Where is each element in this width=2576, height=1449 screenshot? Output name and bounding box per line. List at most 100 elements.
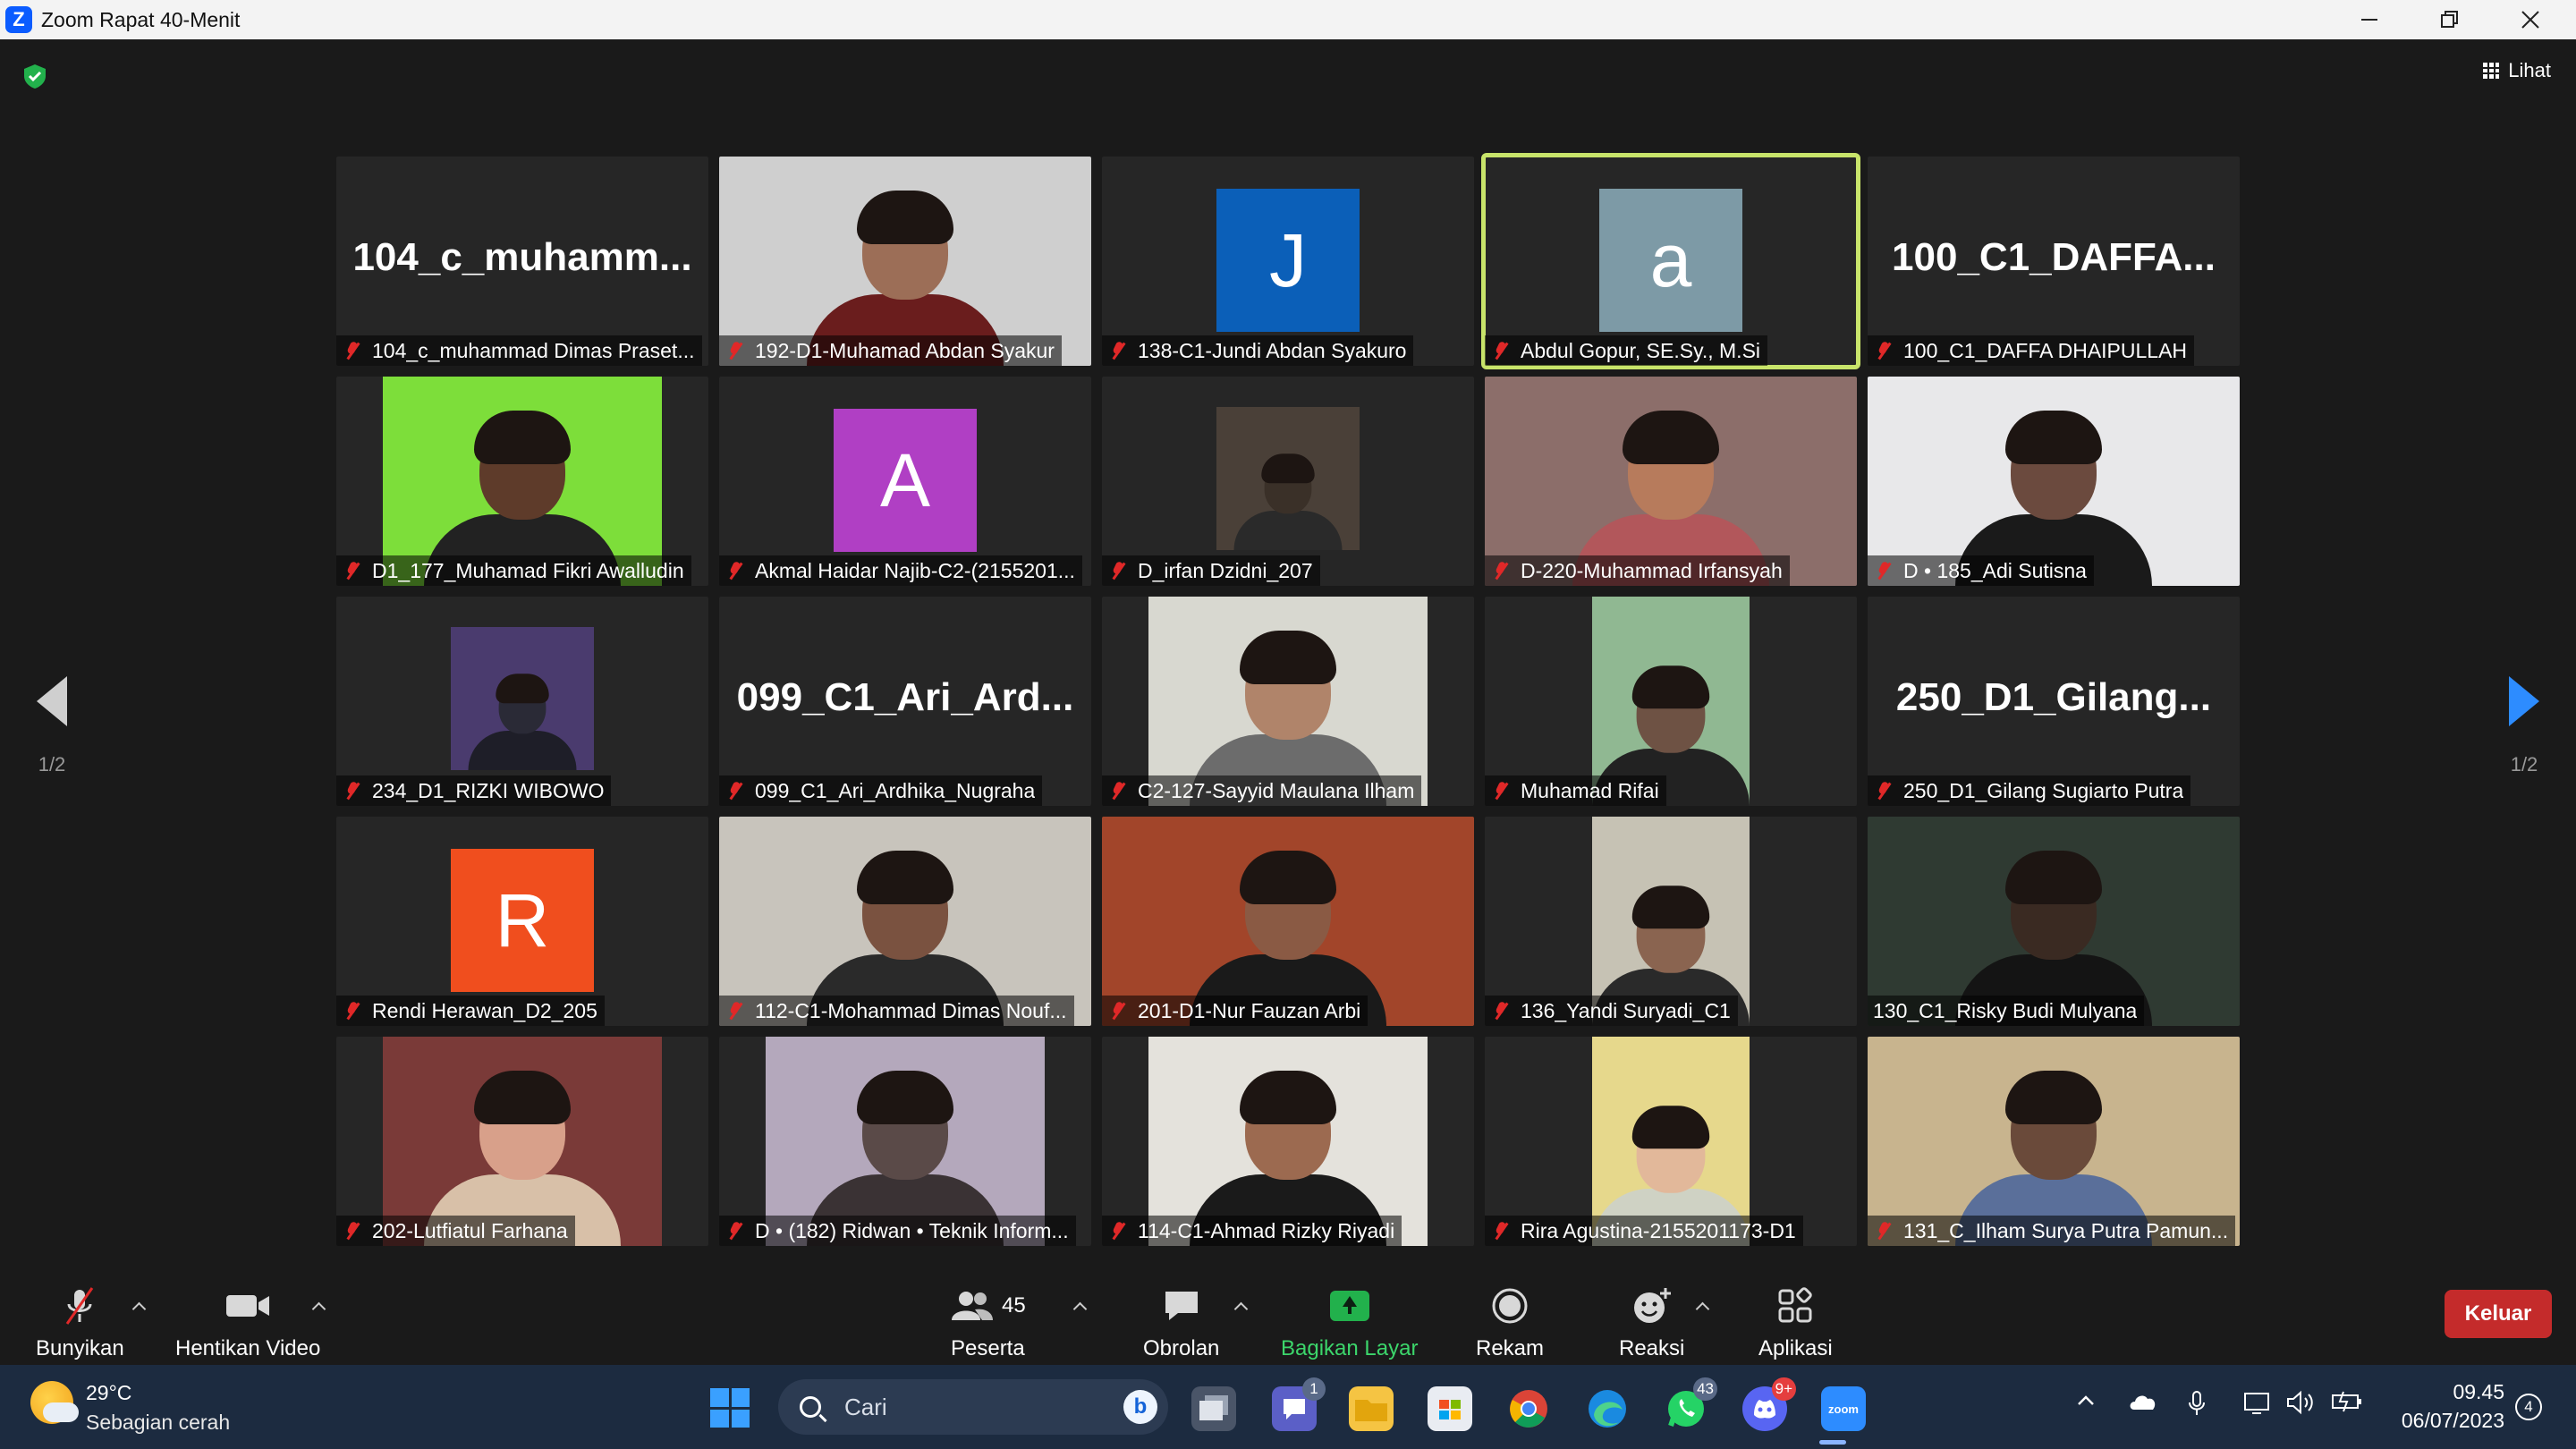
onedrive-cloud-icon[interactable] [2127, 1390, 2159, 1418]
whatsapp-badge: 43 [1693, 1377, 1717, 1401]
reactions-label: Reaksi [1619, 1336, 1685, 1360]
participant-tile[interactable]: 192-D1-Muhamad Abdan Syakur [719, 157, 1091, 366]
participant-name: 234_D1_RIZKI WIBOWO [372, 778, 605, 802]
participant-video [383, 377, 662, 586]
bing-icon[interactable]: b [1123, 1390, 1157, 1424]
microphone-icon[interactable] [2188, 1390, 2206, 1423]
view-button[interactable]: Lihat [2483, 59, 2551, 82]
microsoft-store-icon[interactable] [1428, 1386, 1472, 1431]
next-page-button[interactable]: 1/2 [2497, 676, 2551, 784]
mic-muted-icon [724, 1000, 746, 1021]
participant-name-label: 114-C1-Ahmad Rizky Riyadi [1102, 1216, 1402, 1246]
stop-video-button[interactable]: Hentikan Video [175, 1284, 320, 1361]
video-camera-icon [225, 1284, 271, 1327]
chat-button[interactable]: Obrolan [1143, 1284, 1219, 1361]
notification-count[interactable]: 4 [2515, 1394, 2542, 1420]
participant-tile[interactable]: D_irfan Dzidni_207 [1102, 377, 1474, 586]
participant-tile[interactable]: Muhamad Rifai [1485, 597, 1857, 806]
participants-count: 45 [1002, 1293, 1026, 1318]
close-button[interactable] [2490, 0, 2571, 39]
reactions-options-caret[interactable] [1694, 1299, 1710, 1315]
teams-chat-icon[interactable]: 1 [1272, 1377, 1326, 1431]
share-screen-button[interactable]: Bagikan Layar [1281, 1284, 1418, 1361]
participant-tile[interactable]: 114-C1-Ahmad Rizky Riyadi [1102, 1037, 1474, 1246]
shield-check-icon[interactable] [21, 63, 48, 89]
participant-name: D • (182) Ridwan • Teknik Inform... [755, 1218, 1069, 1242]
participant-name: C2-127-Sayyid Maulana Ilham [1138, 778, 1415, 802]
participant-tile[interactable]: Rira Agustina-2155201173-D1 [1485, 1037, 1857, 1246]
leave-button[interactable]: Keluar [2445, 1290, 2552, 1338]
record-icon [1490, 1284, 1530, 1327]
participant-tile[interactable]: D • 185_Adi Sutisna [1868, 377, 2240, 586]
record-button[interactable]: Rekam [1476, 1284, 1544, 1361]
battery-icon[interactable] [2331, 1390, 2365, 1419]
meeting-toolbar: Bunyikan Hentikan Video 45 Peserta Obrol… [0, 1272, 2576, 1365]
unmute-label: Bunyikan [36, 1336, 124, 1360]
participant-tile[interactable]: a Abdul Gopur, SE.Sy., M.Si [1481, 153, 1860, 369]
participant-tile[interactable]: A Akmal Haidar Najib-C2-(2155201... [719, 377, 1091, 586]
participants-button[interactable]: 45 Peserta [950, 1284, 1026, 1361]
participant-tile[interactable]: R Rendi Herawan_D2_205 [336, 817, 708, 1026]
audio-options-caret[interactable] [131, 1299, 147, 1315]
edge-icon[interactable] [1585, 1386, 1630, 1431]
participant-tile[interactable]: 201-D1-Nur Fauzan Arbi [1102, 817, 1474, 1026]
file-explorer-icon[interactable] [1349, 1386, 1394, 1431]
participant-tile[interactable]: D1_177_Muhamad Fikri Awalludin [336, 377, 708, 586]
volume-icon[interactable] [2286, 1390, 2315, 1421]
minimize-button[interactable] [2329, 0, 2410, 39]
taskbar-search[interactable]: Cari b [778, 1379, 1168, 1435]
participant-name-label: 112-C1-Mohammad Dimas Nouf... [719, 996, 1074, 1026]
zoom-taskbar-icon[interactable]: zoom [1821, 1386, 1866, 1431]
search-icon [800, 1396, 821, 1418]
participant-tile[interactable]: 104_c_muhamm... 104_c_muhammad Dimas Pras… [336, 157, 708, 366]
network-icon[interactable] [2243, 1390, 2274, 1423]
apps-button[interactable]: Aplikasi [1758, 1284, 1833, 1361]
task-view-icon[interactable] [1191, 1386, 1236, 1431]
chat-options-caret[interactable] [1233, 1299, 1249, 1315]
participant-tile[interactable]: 112-C1-Mohammad Dimas Nouf... [719, 817, 1091, 1026]
mic-muted-icon [342, 340, 363, 361]
participant-tile[interactable]: 099_C1_Ari_Ard... 099_C1_Ari_Ardhika_Nugr… [719, 597, 1091, 806]
participant-tile[interactable]: 130_C1_Risky Budi Mulyana [1868, 817, 2240, 1026]
restore-button[interactable] [2410, 0, 2490, 39]
unmute-button[interactable]: Bunyikan [36, 1284, 124, 1361]
mic-muted-icon [1873, 560, 1894, 581]
whatsapp-icon[interactable]: 43 [1664, 1377, 1717, 1431]
discord-icon[interactable]: 9+ [1742, 1377, 1796, 1431]
mic-muted-icon [1490, 780, 1512, 801]
participant-name-label: Rendi Herawan_D2_205 [336, 996, 605, 1026]
participant-name: Rendi Herawan_D2_205 [372, 998, 597, 1022]
participant-tile[interactable]: 202-Lutfiatul Farhana [336, 1037, 708, 1246]
system-clock[interactable]: 09.45 06/07/2023 [2379, 1377, 2504, 1435]
start-button[interactable] [710, 1388, 750, 1428]
participant-tile[interactable]: C2-127-Sayyid Maulana Ilham [1102, 597, 1474, 806]
chevron-up-icon[interactable] [2075, 1390, 2097, 1418]
video-options-caret[interactable] [310, 1299, 326, 1315]
chat-bubble-icon [1162, 1284, 1201, 1327]
participant-tile[interactable]: 250_D1_Gilang... 250_D1_Gilang Sugiarto P… [1868, 597, 2240, 806]
participant-video [1148, 1037, 1428, 1246]
participant-tile[interactable]: 136_Yandi Suryadi_C1 [1485, 817, 1857, 1026]
participant-tile[interactable]: J 138-C1-Jundi Abdan Syakuro [1102, 157, 1474, 366]
reactions-button[interactable]: Reaksi [1619, 1284, 1684, 1361]
participant-video [1868, 817, 2240, 1026]
participant-name-label: 130_C1_Risky Budi Mulyana [1868, 996, 2145, 1026]
chrome-icon[interactable] [1506, 1386, 1551, 1431]
participant-name: 131_C_Ilham Surya Putra Pamun... [1903, 1218, 2229, 1242]
previous-page-button[interactable]: 1/2 [25, 676, 79, 784]
participant-name-label: 201-D1-Nur Fauzan Arbi [1102, 996, 1368, 1026]
participant-video [766, 1037, 1045, 1246]
participant-tile[interactable]: 234_D1_RIZKI WIBOWO [336, 597, 708, 806]
participant-name-label: 234_D1_RIZKI WIBOWO [336, 775, 612, 806]
participant-tile[interactable]: D-220-Muhammad Irfansyah [1485, 377, 1857, 586]
participants-options-caret[interactable] [1072, 1299, 1088, 1315]
participant-tile[interactable]: D • (182) Ridwan • Teknik Inform... [719, 1037, 1091, 1246]
participant-name-label: D • (182) Ridwan • Teknik Inform... [719, 1216, 1076, 1246]
weather-widget[interactable]: 29°C Sebagian cerah [30, 1381, 230, 1435]
participant-tile[interactable]: 100_C1_DAFFA... 100_C1_DAFFA DHAIPULLAH [1868, 157, 2240, 366]
participant-name: 250_D1_Gilang Sugiarto Putra [1903, 778, 2184, 802]
participant-tile[interactable]: 131_C_Ilham Surya Putra Pamun... [1868, 1037, 2240, 1246]
participant-name: 100_C1_DAFFA DHAIPULLAH [1903, 338, 2188, 362]
participant-name: 130_C1_Risky Budi Mulyana [1873, 998, 2138, 1022]
participant-name: 201-D1-Nur Fauzan Arbi [1138, 998, 1361, 1022]
